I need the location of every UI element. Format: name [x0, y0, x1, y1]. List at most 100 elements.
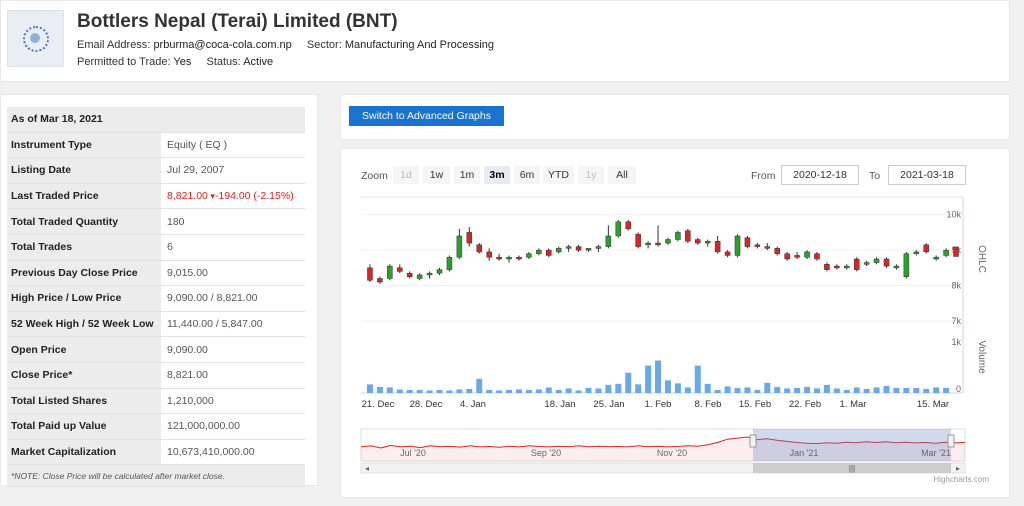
candle-body	[506, 256, 512, 260]
volume-bar	[734, 387, 741, 393]
zoom-button-1y[interactable]: 1y	[578, 166, 604, 184]
candle-body	[565, 246, 572, 249]
candle-body	[387, 265, 393, 279]
volume-bar	[913, 387, 920, 393]
company-contact-line: Email Address: prburma@coca-cola.com.np …	[77, 39, 494, 51]
down-arrow-icon: ▾	[207, 191, 215, 202]
candle-body	[456, 235, 463, 258]
volume-bar	[476, 378, 483, 393]
volume-bar	[923, 388, 930, 393]
candle-body	[536, 249, 542, 254]
volume-bar	[386, 387, 393, 393]
last-traded-price-value: 8,821.00	[167, 190, 208, 203]
candle-body	[446, 256, 453, 270]
candle-body	[853, 258, 860, 270]
volume-bar	[744, 387, 751, 393]
volume-bar	[873, 387, 880, 393]
zoom-button-1d[interactable]: 1d	[393, 166, 419, 184]
highcharts-credits[interactable]: Highcharts.com	[933, 475, 989, 484]
candle-body	[595, 246, 602, 249]
candle-body	[714, 241, 721, 253]
zoom-button-ytd[interactable]: YTD	[543, 166, 574, 184]
info-value: 11,440.00 / 5,847.00	[161, 311, 305, 338]
info-label: Previous Day Close Price	[7, 260, 161, 287]
stock-chart: 10k9k8k7kOHLC1k0Volume21. Dec28. Dec4. J…	[360, 196, 987, 474]
info-row: Last Traded Price 8,821.00 ▾-194.00 (-2.1…	[7, 183, 305, 210]
volume-bar	[555, 389, 562, 393]
volume-bar	[396, 389, 403, 393]
info-value: 180	[161, 208, 305, 235]
navigator-label: Sep '20	[531, 448, 561, 458]
info-row: Total Paid up Value 121,000,000.00	[7, 413, 305, 440]
info-label: Market Capitalization	[7, 439, 161, 466]
x-tick-label: 1. Feb	[645, 399, 672, 410]
volume-bar	[615, 383, 622, 393]
candle-body	[873, 258, 880, 263]
info-label: Total Traded Quantity	[7, 208, 161, 235]
volume-bar	[535, 389, 542, 393]
from-date-input[interactable]: 2020-12-18	[781, 165, 859, 185]
x-tick-label: 22. Feb	[789, 399, 821, 410]
volume-bar	[833, 388, 840, 393]
x-tick-label: 1. Mar	[840, 399, 867, 410]
status-label: Status:	[206, 56, 241, 68]
as-of-row: As of Mar 18, 2021	[7, 107, 305, 133]
x-tick-label: 15. Mar	[917, 399, 949, 410]
candle-body	[397, 267, 403, 272]
company-header: Bottlers Nepal (Terai) Limited (BNT) Ema…	[0, 0, 1010, 82]
candle-body	[645, 242, 651, 246]
info-row: Listing Date Jul 29, 2007	[7, 157, 305, 184]
volume-bar	[436, 389, 443, 393]
candle-body	[406, 272, 413, 277]
volume-bar	[943, 387, 950, 393]
price-chart-card: 10k9k8k7kOHLC1k0Volume21. Dec28. Dec4. J…	[340, 148, 1010, 498]
candle-body	[814, 253, 820, 260]
candle-body	[923, 244, 929, 253]
info-row: Open Price 9,090.00	[7, 336, 305, 363]
candle-body	[804, 251, 810, 258]
volume-bar	[446, 390, 453, 393]
company-status-line: Permitted to Trade: Yes Status: Active	[77, 56, 273, 68]
candle-body	[774, 248, 780, 254]
volume-bar	[525, 389, 532, 393]
sector-value: Manufacturing And Processing	[344, 39, 495, 51]
y-tick-label: 10k	[946, 210, 961, 220]
navigator-label: Nov '20	[657, 448, 687, 458]
candle-body	[834, 265, 840, 269]
volume-bar	[714, 389, 721, 393]
volume-bar	[496, 390, 503, 393]
volume-axis-title: Volume	[976, 340, 987, 374]
volume-bar	[674, 383, 681, 393]
candle-body	[933, 256, 939, 260]
candle-body	[675, 232, 681, 240]
candle-body	[824, 264, 830, 270]
volume-bar	[655, 360, 662, 393]
candle-body	[655, 242, 661, 246]
to-date-input[interactable]: 2021-03-18	[888, 165, 966, 185]
zoom-button-6m[interactable]: 6m	[514, 166, 540, 184]
volume-bar	[506, 389, 513, 393]
info-row: Market Capitalization 10,673,410,000.00	[7, 439, 305, 466]
candle-body	[903, 253, 910, 277]
zoom-button-3m[interactable]: 3m	[484, 166, 510, 184]
candle-body	[426, 272, 433, 276]
zoom-button-all[interactable]: All	[608, 166, 636, 184]
info-row: Total Trades 6	[7, 234, 305, 261]
volume-bar	[704, 383, 711, 393]
info-row: 52 Week High / 52 Week Low 11,440.00 / 5,…	[7, 311, 305, 338]
info-label: 52 Week High / 52 Week Low	[7, 311, 161, 338]
candle-body	[436, 269, 443, 274]
volume-bar	[774, 386, 781, 393]
volume-bar	[823, 384, 830, 393]
switch-advanced-graphs-button[interactable]: Switch to Advanced Graphs	[349, 106, 504, 126]
zoom-button-1w[interactable]: 1w	[423, 166, 450, 184]
zoom-button-1m[interactable]: 1m	[454, 166, 480, 184]
candle-body	[367, 267, 373, 281]
info-value: 10,673,410,000.00	[161, 439, 305, 466]
as-of-date: As of Mar 18, 2021	[7, 107, 305, 133]
status-value: Active	[243, 56, 274, 68]
info-value: 8,821.00	[161, 362, 305, 389]
zoom-label: Zoom	[361, 170, 388, 182]
volume-bar	[804, 386, 811, 393]
candle-body	[764, 246, 771, 249]
